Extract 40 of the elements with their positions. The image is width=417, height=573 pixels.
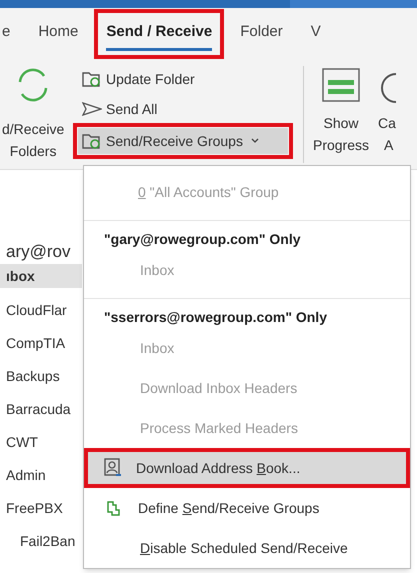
folder-item[interactable]: Fail2Ban <box>0 525 82 558</box>
ribbon-tab[interactable]: Folder <box>240 17 283 51</box>
caret-icon <box>250 138 259 144</box>
folder-item[interactable]: CWT <box>0 426 82 459</box>
menu-item[interactable]: Define Send/Receive Groups <box>88 492 406 524</box>
menu-item-label: Define Send/Receive Groups <box>138 498 320 518</box>
menu-item-label: 0 "All Accounts" Group <box>138 182 279 202</box>
ribbon-button[interactable]: Update Folder <box>78 66 303 92</box>
folder-sync-icon <box>82 132 102 150</box>
folder-sync-icon <box>82 70 102 88</box>
folder-item[interactable]: FreePBX <box>0 492 82 525</box>
menu-item[interactable]: Download Address Book... <box>88 452 406 484</box>
folder-item[interactable]: Admin <box>0 459 82 492</box>
folder-item[interactable]: CloudFlar <box>0 294 82 327</box>
folder-item[interactable]: Backups <box>0 360 82 393</box>
ribbon-button-label[interactable]: Show Progress <box>312 112 370 156</box>
ribbon-tab[interactable]: Home <box>38 17 78 51</box>
menu-item-label: Disable Scheduled Send/Receive <box>140 538 348 558</box>
contact-card-icon <box>104 458 122 478</box>
ribbon-button[interactable]: Send All <box>78 96 303 122</box>
menu-item-label: Download Inbox Headers <box>140 378 298 398</box>
ribbon-button-label[interactable]: d/Receive Folders <box>2 118 64 162</box>
menu-item-label: Inbox <box>140 260 174 280</box>
folder-item[interactable]: CompTIA <box>0 327 82 360</box>
folder-item[interactable]: ıbox <box>0 264 82 288</box>
menu-item-label: "gary@rowegroup.com" Only <box>104 230 301 249</box>
ribbon-button-label[interactable]: Ca A <box>378 112 396 156</box>
menu-item-label: Download Address Book... <box>136 458 300 478</box>
account-name: ary@rov <box>5 241 72 263</box>
ribbon-button[interactable]: Send/Receive Groups <box>78 128 288 154</box>
folder-item[interactable]: Barracuda <box>0 393 82 426</box>
progress-window-icon <box>322 68 360 102</box>
paper-plane-icon <box>82 102 102 116</box>
menu-item[interactable]: Disable Scheduled Send/Receive <box>88 532 406 564</box>
menu-item-label: "sserrors@rowegroup.com" Only <box>104 308 327 327</box>
menu-item-label: Process Marked Headers <box>140 418 298 438</box>
ribbon-tab[interactable]: V <box>310 17 321 51</box>
menu-item-label: Inbox <box>140 338 174 358</box>
ribbon-tab[interactable]: Send / Receive <box>106 17 212 51</box>
ribbon-tab[interactable]: e <box>2 17 10 51</box>
